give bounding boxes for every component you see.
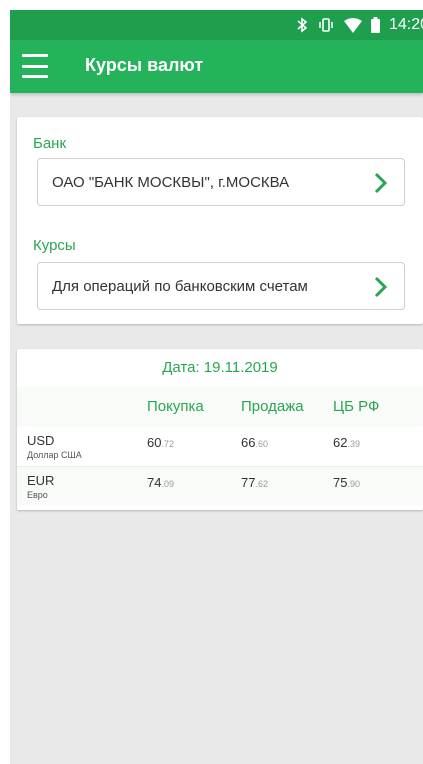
column-header-buy: Покупка [147,398,204,415]
app-bar: Курсы валют [10,40,423,93]
buy-rate: 60.72 [147,435,174,450]
status-bar: 14:20 [10,10,423,40]
bluetooth-icon [296,17,308,33]
table-row: USD Доллар США 60.72 66.60 62.39 [17,427,423,465]
rates-type-value: Для операций по банковским счетам [52,278,308,295]
cb-rate: 75.90 [333,475,360,490]
currency-name: Доллар США [27,450,82,460]
wifi-icon [343,17,362,33]
cb-rate: 62.39 [333,435,360,450]
battery-icon [370,17,380,33]
rates-date: Дата: 19.11.2019 [162,359,278,376]
currency-name: Евро [27,490,48,500]
bank-selector[interactable]: ОАО "БАНК МОСКВЫ", г.МОСКВА [37,158,405,206]
currency-code: EUR [27,473,55,488]
status-time: 14:20 [388,16,423,33]
rates-card: Дата: 19.11.2019 Покупка Продажа ЦБ РФ U… [17,349,423,510]
buy-rate: 74.09 [147,475,174,490]
chevron-right-icon [374,276,388,298]
bank-label: Банк [33,135,67,152]
sell-rate: 77.62 [241,475,268,490]
vibrate-icon [317,17,335,33]
chevron-right-icon [374,172,388,194]
column-header-cb: ЦБ РФ [333,398,380,415]
rates-type-label: Курсы [33,237,76,254]
bank-value: ОАО "БАНК МОСКВЫ", г.МОСКВА [52,174,290,191]
status-icons: 14:20 [296,10,423,40]
currency-code: USD [27,433,55,448]
sell-rate: 66.60 [241,435,268,450]
table-row: EUR Евро 74.09 77.62 75.90 [17,466,423,505]
table-header: Покупка Продажа ЦБ РФ [17,387,423,427]
app-screen: 14:20 Курсы валют Банк ОАО "БАНК МОСКВЫ"… [10,10,423,764]
selection-card: Банк ОАО "БАНК МОСКВЫ", г.МОСКВА Курсы Д… [17,117,423,324]
menu-icon[interactable] [22,54,48,78]
page-title: Курсы валют [85,55,204,75]
column-header-sell: Продажа [241,398,304,415]
rates-type-selector[interactable]: Для операций по банковским счетам [37,262,405,310]
